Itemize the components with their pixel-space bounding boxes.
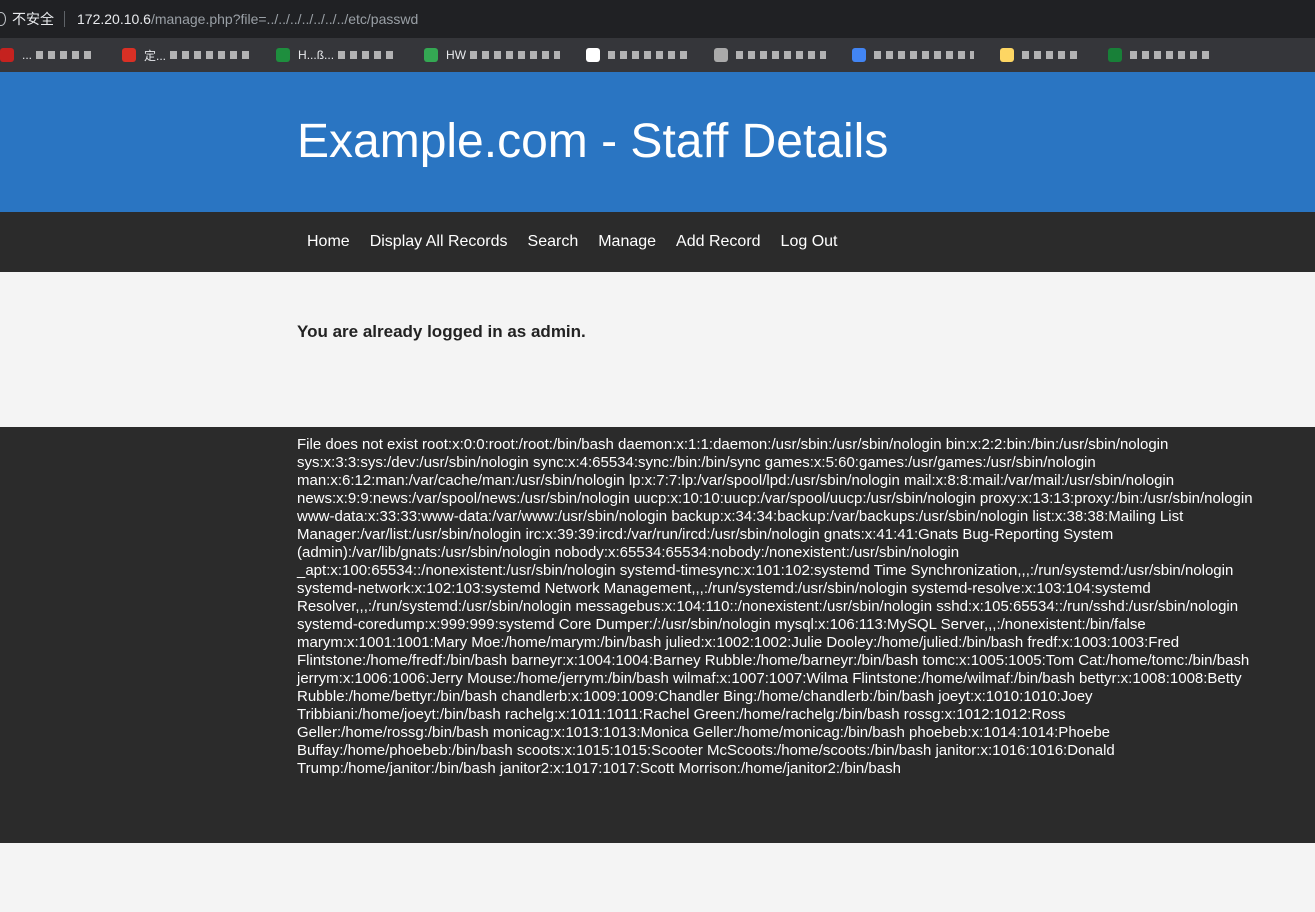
bookmark-blurred-label [736, 51, 827, 59]
nav-add-record[interactable]: Add Record [666, 233, 771, 251]
nav-display-all-records[interactable]: Display All Records [360, 233, 518, 251]
bookmark-favicon-icon [1108, 48, 1123, 62]
file-output-text: File does not exist root:x:0:0:root:/roo… [297, 436, 1253, 777]
bookmark-blurred-label [1022, 51, 1083, 59]
main-nav: Home Display All Records Search Manage A… [0, 212, 1315, 272]
bookmark-favicon-icon [586, 48, 601, 62]
bookmark-favicon-icon [122, 48, 137, 62]
url-path[interactable]: /manage.php?file=../../../../../../../et… [151, 11, 418, 27]
bookmark-blurred-label [170, 51, 251, 59]
bookmark-item[interactable] [852, 48, 975, 62]
bookmark-blurred-label [36, 51, 97, 59]
url-host[interactable]: 172.20.10.6 [77, 11, 151, 27]
file-output-panel: File does not exist root:x:0:0:root:/roo… [0, 427, 1315, 843]
login-status-message: You are already logged in as admin. [297, 322, 586, 341]
page-title: Example.com - Staff Details [297, 115, 889, 168]
url-separator [64, 11, 65, 27]
bookmark-favicon-icon [424, 48, 439, 62]
bookmark-blurred-label [608, 51, 689, 59]
bookmark-blurred-label [338, 51, 399, 59]
bookmark-label: ... [22, 48, 33, 62]
bookmark-item[interactable] [1108, 48, 1211, 62]
bookmark-item[interactable] [1000, 48, 1083, 62]
info-icon[interactable] [0, 12, 6, 26]
bookmark-favicon-icon [852, 48, 867, 62]
nav-manage[interactable]: Manage [588, 233, 666, 251]
nav-home[interactable]: Home [297, 233, 360, 251]
bookmark-favicon-icon [276, 48, 291, 62]
bookmark-item[interactable]: 定... [122, 47, 251, 64]
bookmark-blurred-label [470, 51, 561, 59]
bookmark-item[interactable] [714, 48, 827, 62]
bookmark-label: H...ß... [298, 48, 335, 62]
browser-url-bar[interactable]: 不安全 172.20.10.6/manage.php?file=../../..… [0, 0, 1315, 38]
security-label[interactable]: 不安全 [12, 9, 54, 29]
bookmark-favicon-icon [0, 48, 14, 62]
bookmark-item[interactable]: HW [424, 48, 561, 62]
bookmarks-bar: ... 定... H...ß... HW [0, 38, 1315, 72]
bookmark-label: HW [446, 48, 467, 62]
bookmark-favicon-icon [1000, 48, 1015, 62]
nav-search[interactable]: Search [518, 233, 589, 251]
bookmark-blurred-label [1130, 51, 1211, 59]
bookmark-label: 定... [144, 48, 167, 63]
bookmark-item[interactable]: H...ß... [276, 48, 399, 62]
bookmark-blurred-label [874, 51, 975, 59]
nav-log-out[interactable]: Log Out [771, 233, 848, 251]
site-header: Example.com - Staff Details [0, 72, 1315, 212]
bookmark-favicon-icon [714, 48, 729, 62]
bookmark-item[interactable] [586, 48, 689, 62]
main-content: You are already logged in as admin. [0, 272, 1315, 427]
bookmark-item[interactable]: ... [0, 48, 97, 62]
